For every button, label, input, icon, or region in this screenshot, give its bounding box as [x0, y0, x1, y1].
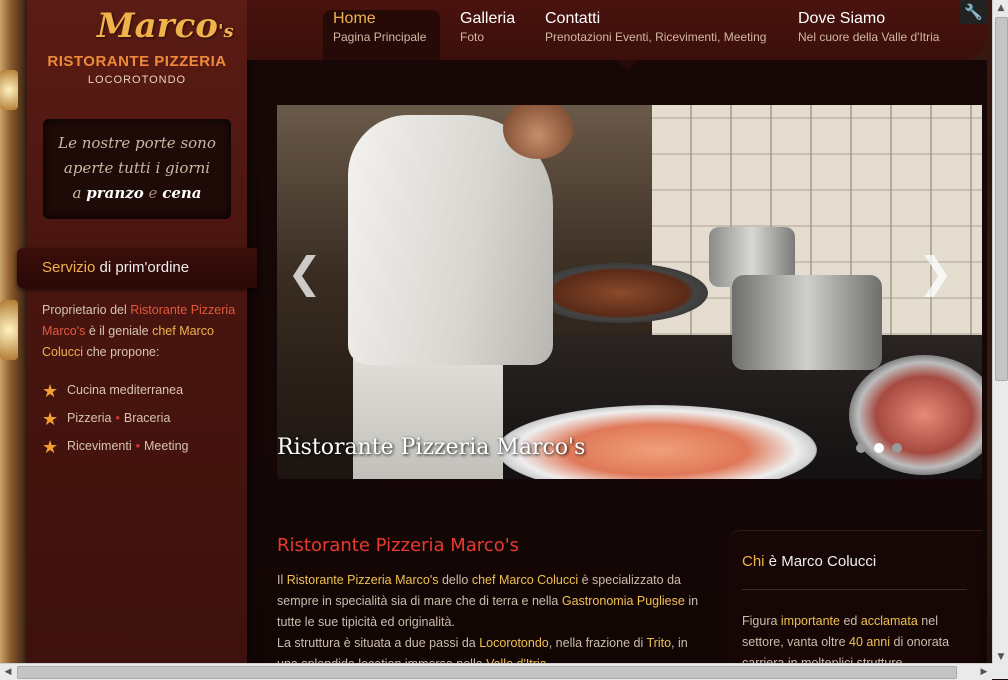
vertical-scrollbar[interactable]: ▲ ▼ [992, 0, 1008, 665]
nav-subtitle: Nel cuore della Valle d'Itria [798, 30, 940, 44]
nav-subtitle: Foto [460, 30, 485, 44]
star-icon: ★ [42, 380, 59, 401]
logo-script-suffix: 's [217, 21, 234, 42]
highlight: Ristorante Pizzeria Marco's [286, 573, 439, 587]
scrollbar-thumb[interactable] [995, 17, 1008, 381]
feature-label: Cucina mediterranea [67, 383, 184, 397]
active-nav-pointer [615, 60, 639, 70]
intro-p3: è il geniale [85, 324, 153, 338]
star-icon: ★ [42, 436, 59, 457]
scrollbar-corner [992, 663, 1008, 679]
feature-item: ★ Ricevimenti • Meeting [42, 436, 242, 456]
hours-e: e [148, 184, 158, 202]
logo[interactable]: Marco's RISTORANTE PIZZERIA LOCOROTONDO [27, 0, 247, 100]
slide-pot [732, 275, 882, 370]
highlight: chef Marco Colucci [471, 573, 579, 587]
text: Il [277, 573, 287, 587]
feature-label: Meeting [144, 439, 189, 453]
service-heading: Servizio di prim'ordine [17, 248, 257, 288]
lamp-light [0, 70, 18, 110]
bullet-separator: • [135, 439, 140, 453]
feature-item: ★ Cucina mediterranea [42, 380, 242, 400]
top-navigation: Home Pagina Principale Galleria Foto Con… [247, 0, 987, 70]
horizontal-scrollbar[interactable]: ◀ ▶ [0, 663, 992, 680]
nav-title: Galleria [460, 10, 516, 27]
about-title-rest: è Marco Colucci [764, 553, 877, 570]
slider-dot[interactable] [874, 443, 884, 453]
nav-dove-siamo[interactable]: Dove Siamo Nel cuore della Valle d'Itria [798, 10, 939, 60]
slider-pagination [856, 438, 910, 453]
bullet-separator: • [115, 411, 120, 425]
about-chef-box: Chi è Marco Colucci Figura importante ed… [727, 530, 982, 671]
logo-line-town: LOCOROTONDO [87, 74, 187, 86]
feature-label: Braceria [123, 411, 171, 425]
nav-subtitle: Pagina Principale [333, 30, 427, 44]
scrollbar-thumb[interactable] [17, 666, 957, 679]
intro-text: Proprietario del Ristorante Pizzeria Mar… [42, 300, 242, 363]
image-slider[interactable]: ❮ ❯ Ristorante Pizzeria Marco's [277, 105, 982, 479]
hours-cena: cena [162, 184, 202, 202]
scroll-right-icon[interactable]: ▶ [976, 664, 992, 680]
chef-head [503, 105, 573, 159]
hours-pranzo: pranzo [86, 184, 144, 202]
about-title-highlight: Chi [742, 553, 765, 570]
background-left-strip [0, 0, 27, 665]
feature-label: Ricevimenti [67, 439, 132, 453]
intro-p5: che propone: [83, 345, 160, 359]
nav-contatti[interactable]: Contatti Prenotazioni Eventi, Riceviment… [545, 10, 766, 60]
slider-next-icon[interactable]: ❯ [918, 252, 953, 294]
service-highlight: Servizio [42, 259, 96, 276]
slider-dot[interactable] [892, 443, 902, 453]
highlight: 40 anni [849, 635, 891, 649]
highlight: Gastronomia Pugliese [561, 594, 685, 608]
intro-p1: Proprietario del [42, 303, 131, 317]
nav-title: Home [333, 10, 376, 27]
service-rest: di prim'ordine [95, 259, 190, 276]
logo-script: Marco's [97, 6, 234, 46]
nav-title: Contatti [545, 10, 601, 27]
sidebar: Marco's RISTORANTE PIZZERIA LOCOROTONDO … [17, 0, 257, 665]
highlight: importante [780, 614, 840, 628]
opening-hours-box: Le nostre porte sono aperte tutti i gior… [43, 119, 231, 219]
slider-prev-icon[interactable]: ❮ [287, 252, 322, 294]
nav-galleria[interactable]: Galleria Foto [460, 10, 515, 60]
slide-caption: Ristorante Pizzeria Marco's [277, 435, 586, 460]
nav-subtitle: Prenotazioni Eventi, Ricevimenti, Meetin… [545, 30, 767, 44]
text: La struttura è situata a due passi da [277, 636, 480, 650]
hours-line1: Le nostre porte sono [58, 134, 216, 152]
wrench-icon[interactable]: 🔧 [960, 0, 987, 24]
hours-a: a [72, 184, 82, 202]
text: , nella frazione di [548, 636, 647, 650]
nav-title: Dove Siamo [798, 10, 886, 27]
hours-line3: a pranzo e cena [43, 181, 231, 206]
feature-item: ★ Pizzeria • Braceria [42, 408, 242, 428]
logo-line-restaurant: RISTORANTE PIZZERIA [47, 53, 227, 70]
logo-script-name: Marco [97, 6, 218, 46]
nav-home[interactable]: Home Pagina Principale [323, 10, 440, 60]
text: ed [839, 614, 861, 628]
star-icon: ★ [42, 408, 59, 429]
scroll-left-icon[interactable]: ◀ [0, 664, 16, 680]
highlight: acclamata [860, 614, 918, 628]
about-chef-title: Chi è Marco Colucci [742, 553, 876, 570]
text: Figura [742, 614, 781, 628]
scroll-up-icon[interactable]: ▲ [993, 0, 1008, 16]
service-text: Servizio di prim'ordine [42, 259, 189, 276]
article-body: Il Ristorante Pizzeria Marco's dello che… [277, 570, 712, 675]
feature-label: Pizzeria [67, 411, 112, 425]
hours-line2: aperte tutti i giorni [63, 159, 211, 177]
highlight: Trito [646, 636, 672, 650]
lamp-light [0, 300, 18, 360]
article-title: Ristorante Pizzeria Marco's [277, 535, 520, 556]
slider-dot[interactable] [856, 443, 866, 453]
highlight: Locorotondo [479, 636, 549, 650]
divider [742, 589, 967, 590]
text: dello [438, 573, 472, 587]
